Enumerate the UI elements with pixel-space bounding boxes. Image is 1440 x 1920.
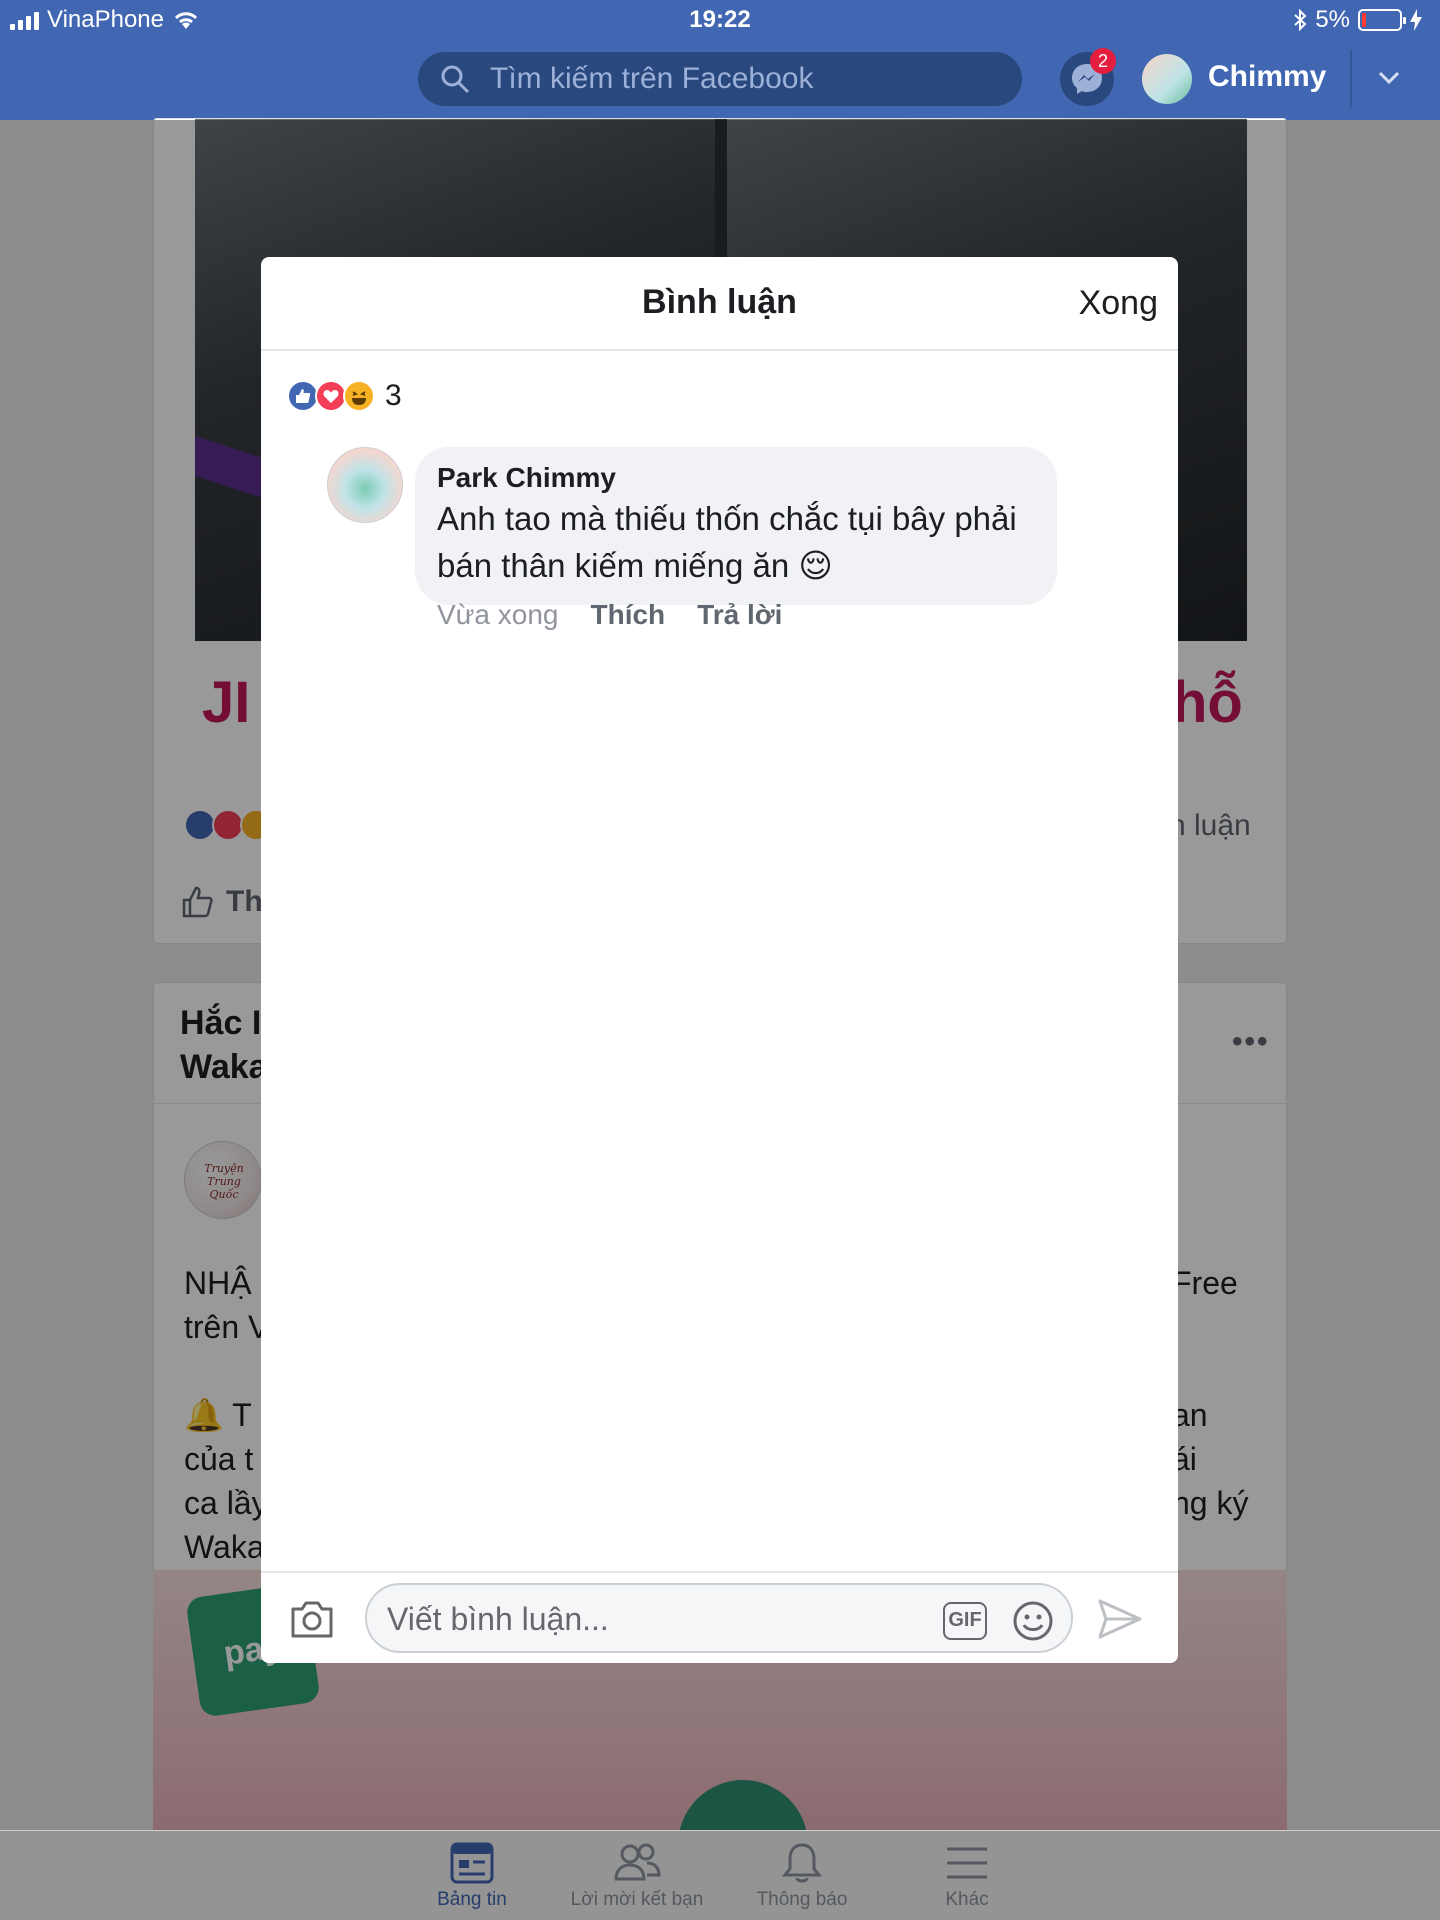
search-bar[interactable]: Tìm kiếm trên Facebook <box>418 52 1022 106</box>
clock: 19:22 <box>689 6 751 33</box>
modal-header: Bình luận Xong <box>261 257 1178 351</box>
comment-author[interactable]: Park Chimmy <box>437 461 1035 495</box>
comment-text-line-1: Anh tao mà thiếu thốn chắc tụi bây phải <box>437 500 1017 537</box>
send-icon[interactable] <box>1097 1597 1143 1641</box>
charging-bolt-icon <box>1410 9 1422 31</box>
battery-icon <box>1358 9 1406 31</box>
reply-comment-button[interactable]: Trả lời <box>697 599 782 631</box>
modal-title: Bình luận <box>642 283 797 321</box>
emoji-icon[interactable] <box>1011 1599 1055 1643</box>
top-header: Tìm kiếm trên Facebook 2 Chimmy <box>0 38 1440 120</box>
comment-composer: GIF <box>261 1571 1178 1663</box>
gif-button[interactable]: GIF <box>943 1602 987 1640</box>
reaction-count: 3 <box>385 379 402 412</box>
bottom-tab-bar: Bảng tin Lời mời kết bạn Thông báo Khác <box>0 1830 1440 1920</box>
search-icon <box>441 65 470 94</box>
tab-bar-dim <box>0 1831 1440 1920</box>
messenger-badge: 2 <box>1090 48 1116 74</box>
status-bar: VinaPhone 19:22 5% <box>0 0 1440 38</box>
bluetooth-icon <box>1294 8 1307 32</box>
comment-bubble[interactable]: Park Chimmy Anh tao mà thiếu thốn chắc t… <box>415 447 1057 605</box>
like-comment-button[interactable]: Thích <box>591 599 666 631</box>
comment-text-line-2: bán thân kiếm miếng ăn 😌 <box>437 547 833 584</box>
camera-icon[interactable] <box>289 1599 335 1639</box>
comment-input[interactable] <box>387 1595 907 1643</box>
comment-input-container[interactable]: GIF <box>365 1583 1073 1653</box>
profile-name[interactable]: Chimmy <box>1208 60 1326 94</box>
chevron-down-icon[interactable] <box>1376 64 1402 90</box>
avatar[interactable] <box>327 447 403 523</box>
comments-modal: Bình luận Xong 3 Park Chimmy Anh tao mà … <box>261 257 1178 1663</box>
status-right: 5% <box>1293 6 1422 34</box>
comment-actions: Vừa xong Thích Trả lời <box>437 599 782 631</box>
reaction-summary[interactable]: 3 <box>287 379 402 413</box>
profile-avatar[interactable] <box>1142 54 1192 104</box>
search-placeholder: Tìm kiếm trên Facebook <box>490 62 814 95</box>
header-divider <box>1350 50 1352 108</box>
done-button[interactable]: Xong <box>1079 284 1158 323</box>
comment-timestamp: Vừa xong <box>437 599 559 630</box>
battery-percent: 5% <box>1315 6 1350 33</box>
haha-icon <box>343 380 375 412</box>
